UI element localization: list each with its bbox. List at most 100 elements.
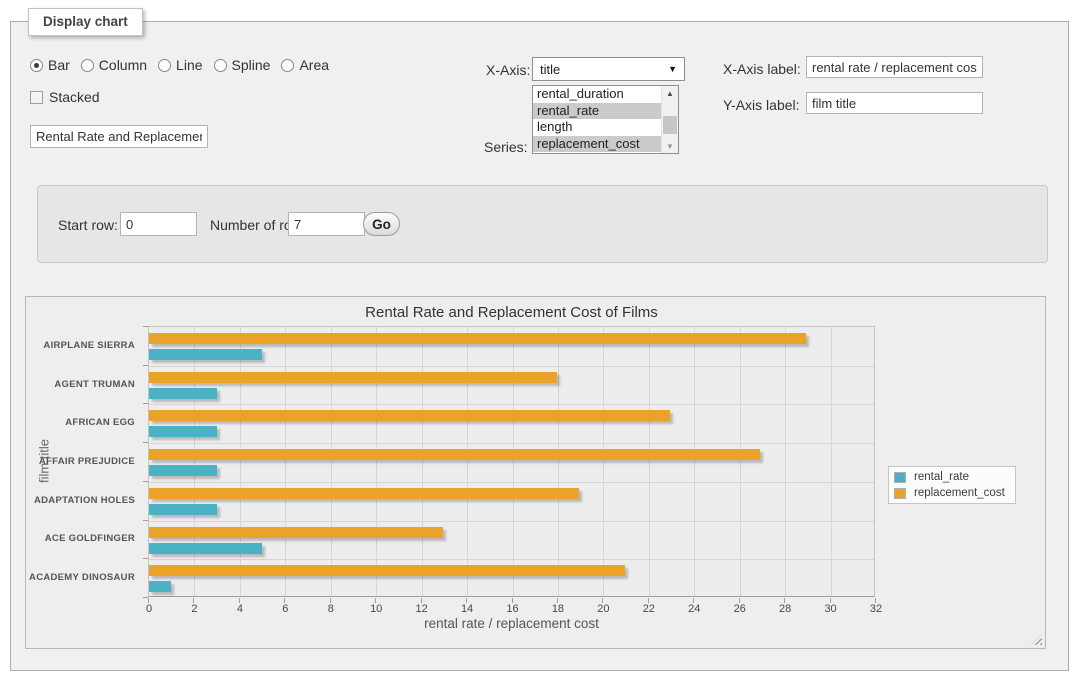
x-axis-tick-label: 8 <box>328 603 334 615</box>
stacked-option[interactable]: Stacked <box>30 89 100 105</box>
series-option-rental_duration[interactable]: rental_duration <box>533 86 661 103</box>
x-axis-tick-label: 28 <box>779 603 791 615</box>
x-axis-title: rental rate / replacement cost <box>148 616 875 631</box>
resize-handle-icon[interactable] <box>1031 634 1042 645</box>
chart-row <box>149 559 874 598</box>
y-axis-category-label: ACADEMY DINOSAUR <box>26 558 142 597</box>
x-axis-tick-label: 22 <box>643 603 655 615</box>
series-scrollbar[interactable]: ▲ ▼ <box>661 86 678 153</box>
legend-swatch-icon <box>894 472 906 483</box>
chart-row <box>149 482 874 521</box>
series-listbox[interactable]: rental_durationrental_ratelengthreplacem… <box>532 85 679 154</box>
legend-swatch-icon <box>894 488 906 499</box>
bar-rental-rate <box>149 426 217 437</box>
legend-label: rental_rate <box>914 471 969 483</box>
checkbox-icon[interactable] <box>30 91 43 104</box>
plot-area <box>148 326 875 597</box>
chart-row <box>149 443 874 482</box>
y-axis-category-label: AFRICAN EGG <box>26 403 142 442</box>
chart-title: Rental Rate and Replacement Cost of Film… <box>148 304 875 321</box>
radio-option-label: Spline <box>232 57 271 73</box>
start-row-input[interactable] <box>120 212 197 236</box>
chart-container: Rental Rate and Replacement Cost of Film… <box>25 296 1046 649</box>
x-axis-selected-value: title <box>540 62 560 77</box>
bar-replacement-cost <box>149 410 670 421</box>
x-axis-tick-label: 14 <box>461 603 473 615</box>
x-axis-tick-label: 10 <box>370 603 382 615</box>
radio-icon[interactable] <box>281 59 294 72</box>
radio-icon[interactable] <box>81 59 94 72</box>
x-axis-tick-label: 18 <box>552 603 564 615</box>
x-axis-tick-label: 6 <box>282 603 288 615</box>
series-label: Series: <box>484 139 528 155</box>
chart-row <box>149 521 874 560</box>
radio-option-spline[interactable]: Spline <box>214 57 271 73</box>
x-axis-select-label: X-Axis: <box>486 62 530 78</box>
x-axis-tick-label: 24 <box>688 603 700 615</box>
chart-title-input[interactable] <box>30 125 208 148</box>
y-axis-category-label: AIRPLANE SIERRA <box>26 326 142 365</box>
series-listbox-options: rental_durationrental_ratelengthreplacem… <box>533 86 661 152</box>
legend-entry-replacement_cost: replacement_cost <box>894 487 1005 499</box>
y-axis-category-label: ADAPTATION HOLES <box>26 481 142 520</box>
bar-replacement-cost <box>149 527 443 538</box>
legend-entry-rental_rate: rental_rate <box>894 471 1005 483</box>
radio-icon[interactable] <box>158 59 171 72</box>
chart-type-radiogroup: Bar Column Line Spline Area <box>30 57 340 73</box>
chart-row <box>149 366 874 405</box>
y-axis-tick <box>143 558 148 559</box>
chart-row <box>149 404 874 443</box>
y-axis-tick <box>143 520 148 521</box>
x-axis-tick-label: 30 <box>824 603 836 615</box>
go-button[interactable]: Go <box>363 212 400 236</box>
x-axis-tick-label: 20 <box>597 603 609 615</box>
radio-option-column[interactable]: Column <box>81 57 147 73</box>
x-axis-tick-label: 0 <box>146 603 152 615</box>
radio-icon[interactable] <box>30 59 43 72</box>
x-axis-tick-label: 32 <box>870 603 882 615</box>
dropdown-arrow-icon: ▼ <box>668 64 677 74</box>
y-axis-category-label: ACE GOLDFINGER <box>26 520 142 559</box>
y-axis-tick <box>143 326 148 327</box>
y-axis-tick <box>143 365 148 366</box>
stacked-label: Stacked <box>49 89 100 105</box>
bar-rental-rate <box>149 465 217 476</box>
y-axis-label-label: Y-Axis label: <box>723 97 800 113</box>
x-axis-tick-label: 12 <box>416 603 428 615</box>
x-axis-select[interactable]: title ▼ <box>532 57 685 81</box>
radio-icon[interactable] <box>214 59 227 72</box>
radio-option-label: Line <box>176 57 202 73</box>
y-axis-label-input[interactable] <box>806 92 983 114</box>
chart-legend: rental_rate replacement_cost <box>888 466 1016 504</box>
y-axis-tick <box>143 403 148 404</box>
radio-option-bar[interactable]: Bar <box>30 57 70 73</box>
x-axis-tick-label: 16 <box>506 603 518 615</box>
series-option-length[interactable]: length <box>533 119 661 136</box>
bar-rental-rate <box>149 349 262 360</box>
bar-rental-rate <box>149 504 217 515</box>
x-axis-tick-label: 4 <box>237 603 243 615</box>
bar-rental-rate <box>149 388 217 399</box>
x-axis-label-label: X-Axis label: <box>723 61 801 77</box>
number-of-rows-input[interactable] <box>288 212 365 236</box>
start-row-label: Start row: <box>58 217 118 233</box>
x-axis-tick-label: 26 <box>734 603 746 615</box>
bar-rental-rate <box>149 581 171 592</box>
y-axis-category-label: AGENT TRUMAN <box>26 365 142 404</box>
bar-replacement-cost <box>149 488 579 499</box>
radio-option-area[interactable]: Area <box>281 57 329 73</box>
bar-replacement-cost <box>149 565 625 576</box>
series-option-rental_rate[interactable]: rental_rate <box>533 103 661 120</box>
radio-option-label: Column <box>99 57 147 73</box>
scrollbar-thumb[interactable] <box>663 116 677 134</box>
x-axis-label-input[interactable] <box>806 56 983 78</box>
radio-option-line[interactable]: Line <box>158 57 202 73</box>
bar-replacement-cost <box>149 333 806 344</box>
y-axis-tick <box>143 481 148 482</box>
bar-replacement-cost <box>149 372 557 383</box>
scrollbar-up-icon[interactable]: ▲ <box>662 86 678 100</box>
bar-rental-rate <box>149 543 262 554</box>
bar-replacement-cost <box>149 449 760 460</box>
series-option-replacement_cost[interactable]: replacement_cost <box>533 136 661 153</box>
scrollbar-down-icon[interactable]: ▼ <box>662 139 678 153</box>
